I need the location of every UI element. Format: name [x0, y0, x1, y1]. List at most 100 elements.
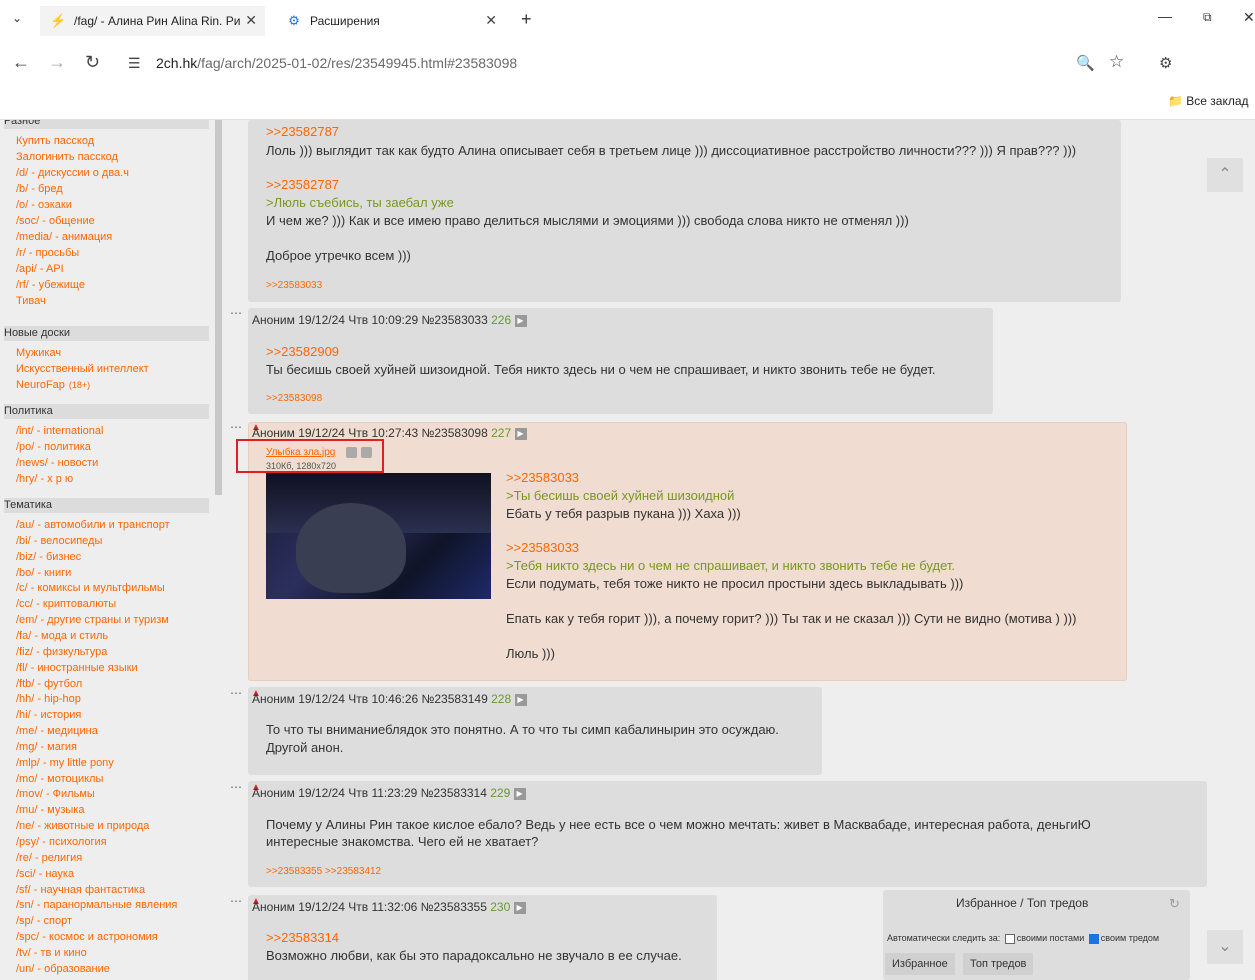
sidebar-link[interactable]: /sn/ - паранормальные явления: [16, 899, 177, 911]
sidebar-link[interactable]: /soc/ - общение: [16, 215, 95, 227]
sidebar-link[interactable]: /d/ - дискуссии о два.ч: [16, 167, 129, 179]
sidebar-link[interactable]: /mg/ - магия: [16, 741, 77, 753]
post-menu-icon[interactable]: ⋯: [230, 686, 242, 700]
post-menu-icon[interactable]: ⋯: [230, 894, 242, 908]
sidebar-link[interactable]: NeuroFap (18+): [16, 379, 90, 391]
post-reflink[interactable]: >>23582787: [266, 124, 339, 139]
post-reflink[interactable]: >>23583033: [506, 470, 579, 485]
post-number[interactable]: 228: [491, 692, 511, 706]
own-posts-checkbox[interactable]: [1004, 933, 1015, 944]
scroll-down-button[interactable]: ⌄: [1207, 930, 1243, 964]
post-replies[interactable]: >>23583355 >>23583412: [266, 866, 381, 877]
restore-button[interactable]: ⧉: [1203, 10, 1212, 25]
sidebar-link[interactable]: /mlp/ - my little pony: [16, 757, 114, 769]
file-name-link[interactable]: Улыбка зла.jpg: [266, 447, 335, 458]
post-reflink[interactable]: >>23582909: [266, 344, 339, 359]
post-reflink[interactable]: >>23582787: [266, 177, 339, 192]
sidebar-link[interactable]: /em/ - другие страны и туризм: [16, 614, 169, 626]
tab-top-threads[interactable]: Топ тредов: [963, 953, 1034, 975]
play-icon[interactable]: ▶: [514, 693, 527, 706]
window-close-button[interactable]: ✕: [1243, 9, 1255, 26]
sidebar-link[interactable]: /bo/ - книги: [16, 567, 71, 579]
close-icon[interactable]: ✕: [245, 12, 257, 29]
sidebar-link[interactable]: /ne/ - животные и природа: [16, 820, 149, 832]
post-replies[interactable]: >>23583033: [266, 280, 322, 291]
sidebar-link[interactable]: /fiz/ - физкультура: [16, 646, 107, 658]
post-reflink[interactable]: >>23583033: [506, 540, 579, 555]
play-icon[interactable]: ▶: [513, 787, 526, 800]
post-reflink[interactable]: >>23583314: [266, 930, 339, 945]
tab-thread[interactable]: ⚡ /fag/ - Алина Рин Alina Rin. Ри ✕: [40, 6, 265, 36]
sidebar-link[interactable]: Залогинить пасскод: [16, 151, 118, 163]
sidebar-link[interactable]: Купить пасскод: [16, 135, 94, 147]
sidebar-link[interactable]: /c/ - комиксы и мультфильмы: [16, 582, 165, 594]
post-menu-icon[interactable]: ⋯: [230, 306, 242, 320]
sidebar-link[interactable]: /hh/ - hip-hop: [16, 693, 81, 705]
sidebar-link[interactable]: /spc/ - космос и астрономия: [16, 931, 158, 943]
play-icon[interactable]: ▶: [514, 314, 527, 327]
sidebar-link[interactable]: /r/ - просьбы: [16, 247, 79, 259]
image-thumbnail[interactable]: [266, 473, 491, 599]
sidebar-link[interactable]: /b/ - бред: [16, 183, 63, 195]
sidebar-link[interactable]: /hry/ - х р ю: [16, 473, 73, 485]
refresh-icon[interactable]: ↻: [1169, 896, 1180, 912]
sidebar-link[interactable]: /ftb/ - футбол: [16, 678, 82, 690]
sidebar-link[interactable]: /sci/ - наука: [16, 868, 74, 880]
sidebar-link[interactable]: /cc/ - криптовалюты: [16, 598, 116, 610]
reload-icon[interactable]: ↻: [85, 52, 100, 73]
extensions-icon[interactable]: ⚙: [1159, 54, 1172, 72]
close-icon[interactable]: ✕: [485, 12, 497, 29]
post-number[interactable]: 229: [490, 786, 510, 800]
sidebar-link[interactable]: /un/ - образование: [16, 963, 110, 975]
forward-icon[interactable]: →: [48, 52, 66, 73]
back-icon[interactable]: ←: [12, 52, 30, 73]
download-icon[interactable]: [361, 447, 372, 458]
own-thread-checkbox[interactable]: [1088, 933, 1099, 944]
bookmarks-folder[interactable]: 📁 Все заклад: [1168, 94, 1249, 108]
tab-extensions[interactable]: ⚙ Расширения ✕: [280, 6, 505, 36]
play-icon[interactable]: ▶: [513, 901, 526, 914]
post-replies[interactable]: >>23583098: [266, 393, 322, 404]
sidebar-link[interactable]: /po/ - политика: [16, 441, 91, 453]
sidebar-link[interactable]: /me/ - медицина: [16, 725, 98, 737]
sidebar-link[interactable]: /au/ - автомобили и транспорт: [16, 519, 170, 531]
sidebar-link[interactable]: /rf/ - убежище: [16, 279, 85, 291]
tab-list-menu[interactable]: ⌄: [12, 11, 22, 25]
sidebar-link[interactable]: /int/ - international: [16, 425, 103, 437]
zoom-icon[interactable]: 🔍: [1076, 54, 1095, 72]
sidebar-link[interactable]: /bi/ - велосипеды: [16, 535, 102, 547]
sidebar-link[interactable]: /hi/ - история: [16, 709, 81, 721]
sidebar-link[interactable]: /tv/ - тв и кино: [16, 947, 87, 959]
sidebar-link[interactable]: Тивач: [16, 295, 46, 307]
post-number[interactable]: 230: [490, 900, 510, 914]
post-number[interactable]: 226: [491, 313, 511, 327]
scroll-up-button[interactable]: ⌃: [1207, 158, 1243, 192]
sidebar-link[interactable]: /media/ - анимация: [16, 231, 112, 243]
search-image-icon[interactable]: [346, 447, 357, 458]
sidebar-link[interactable]: /mu/ - музыка: [16, 804, 84, 816]
sidebar-link[interactable]: /re/ - религия: [16, 852, 82, 864]
sidebar-link[interactable]: /mov/ - Фильмы: [16, 788, 95, 800]
tab-favorites[interactable]: Избранное: [885, 953, 955, 975]
sidebar-link[interactable]: /fa/ - мода и стиль: [16, 630, 108, 642]
sidebar-link[interactable]: /psy/ - психология: [16, 836, 107, 848]
play-icon[interactable]: ▶: [514, 427, 527, 440]
sidebar-link[interactable]: /sp/ - спорт: [16, 915, 72, 927]
sidebar-link[interactable]: /mo/ - мотоциклы: [16, 773, 103, 785]
sidebar-scrollbar[interactable]: [215, 120, 222, 495]
sidebar-link[interactable]: /news/ - новости: [16, 457, 98, 469]
new-tab-button[interactable]: +: [521, 9, 532, 30]
post-menu-icon[interactable]: ⋯: [230, 780, 242, 794]
minimize-button[interactable]: —: [1158, 8, 1172, 24]
post-number[interactable]: 227: [491, 426, 511, 440]
star-icon[interactable]: ☆: [1109, 52, 1124, 72]
sidebar-link[interactable]: /o/ - оэкаки: [16, 199, 72, 211]
sidebar-link[interactable]: /api/ - API: [16, 263, 64, 275]
sidebar-link[interactable]: /fl/ - иностранные языки: [16, 662, 138, 674]
sidebar-link[interactable]: /biz/ - бизнес: [16, 551, 81, 563]
site-info-icon[interactable]: ☰: [128, 55, 141, 72]
post-menu-icon[interactable]: ⋯: [230, 420, 242, 434]
sidebar-link[interactable]: Искусственный интеллект: [16, 363, 149, 375]
sidebar-link[interactable]: Мужикач: [16, 347, 61, 359]
sidebar-link[interactable]: /sf/ - научная фантастика: [16, 884, 145, 896]
